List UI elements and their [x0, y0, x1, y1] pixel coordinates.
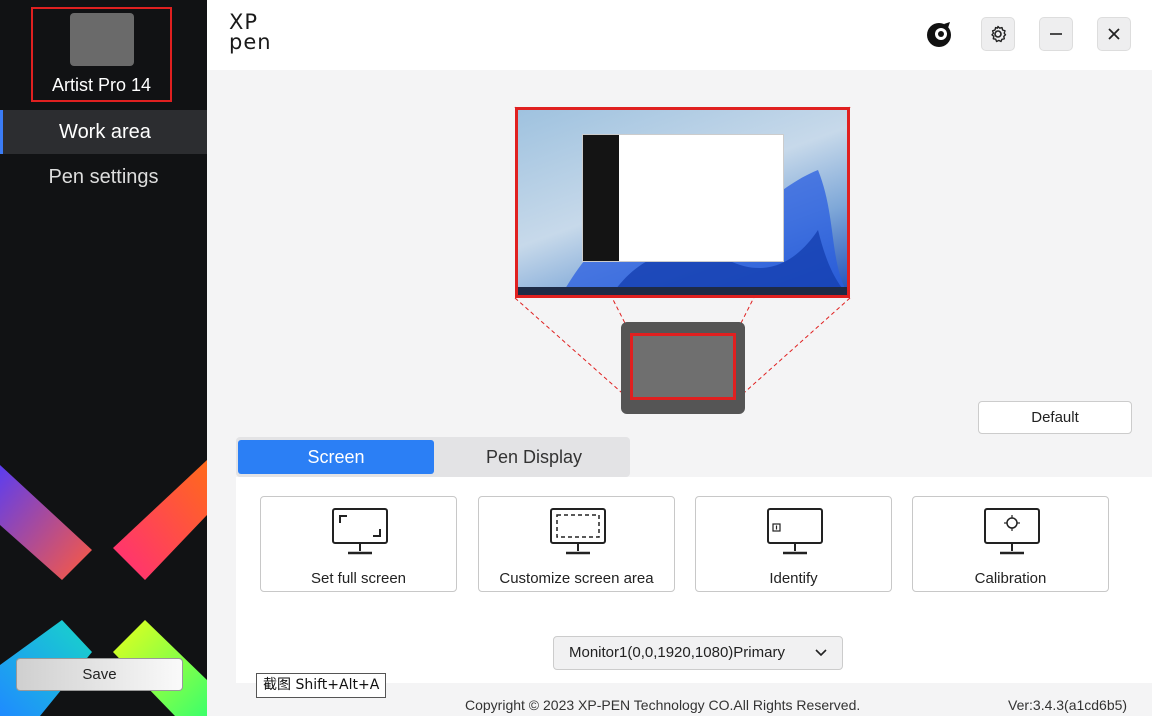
monitor-select-value: Monitor1(0,0,1920,1080)Primary: [569, 644, 785, 661]
logo-text-pen: pen: [229, 30, 272, 54]
default-button[interactable]: Default: [978, 401, 1132, 434]
screen-preview[interactable]: [515, 107, 850, 298]
preview-app-window: [582, 134, 784, 262]
card-label: Set full screen: [310, 570, 407, 587]
custom-area-monitor-icon: [550, 508, 606, 555]
full-screen-monitor-icon: [332, 508, 388, 555]
mode-tabs: Screen Pen Display: [236, 437, 630, 477]
card-label: Identify: [769, 570, 818, 587]
preview-taskbar: [518, 287, 847, 295]
save-button[interactable]: Save: [16, 658, 183, 691]
minimize-icon: [1050, 33, 1062, 35]
version-text: Ver:3.4.3(a1cd6b5): [1008, 697, 1128, 713]
device-selector[interactable]: Artist Pro 14: [31, 7, 172, 102]
xp-pen-logo: XP pen: [229, 12, 275, 56]
identify-monitor-icon: [767, 508, 823, 555]
tab-pen-display[interactable]: Pen Display: [436, 440, 632, 474]
main-panel: XP pen Default Screen Pen Display Set fu…: [207, 0, 1152, 716]
calibration-button[interactable]: Calibration: [912, 496, 1109, 592]
screen-options-panel: Set full screen Customize screen area Id…: [236, 477, 1152, 683]
xp-badge-icon[interactable]: [924, 20, 954, 50]
set-full-screen-button[interactable]: Set full screen: [260, 496, 457, 592]
monitor-select[interactable]: Monitor1(0,0,1920,1080)Primary: [553, 636, 843, 670]
close-button[interactable]: [1097, 17, 1131, 51]
device-name: Artist Pro 14: [51, 75, 152, 95]
card-label: Customize screen area: [499, 570, 654, 587]
minimize-button[interactable]: [1039, 17, 1073, 51]
screenshot-shortcut-tooltip: 截图 Shift+Alt+A: [256, 673, 387, 698]
sidebar: Artist Pro 14 Work area Pen settings Sav…: [0, 0, 207, 716]
sidebar-item-work-area[interactable]: Work area: [0, 110, 207, 154]
sidebar-item-label: Work area: [59, 121, 151, 143]
tab-screen[interactable]: Screen: [238, 440, 434, 474]
sidebar-item-label: Pen settings: [48, 166, 159, 188]
settings-icon: [991, 25, 1007, 43]
copyright-text: Copyright © 2023 XP-PEN Technology CO.Al…: [465, 697, 861, 713]
device-thumbnail: [70, 13, 134, 66]
logo-text-xp: XP: [229, 10, 259, 34]
customize-screen-area-button[interactable]: Customize screen area: [478, 496, 675, 592]
settings-button[interactable]: [981, 17, 1015, 51]
identify-button[interactable]: Identify: [695, 496, 892, 592]
close-icon: [1108, 28, 1120, 40]
tablet-preview: [621, 322, 745, 414]
sidebar-item-pen-settings[interactable]: Pen settings: [0, 155, 207, 199]
calibration-monitor-icon: [984, 508, 1040, 555]
tablet-active-area[interactable]: [630, 333, 736, 400]
title-bar: XP pen: [207, 0, 1152, 70]
preview-app-sidebar: [583, 135, 619, 261]
card-label: Calibration: [974, 570, 1047, 587]
chevron-down-icon: [814, 637, 828, 669]
